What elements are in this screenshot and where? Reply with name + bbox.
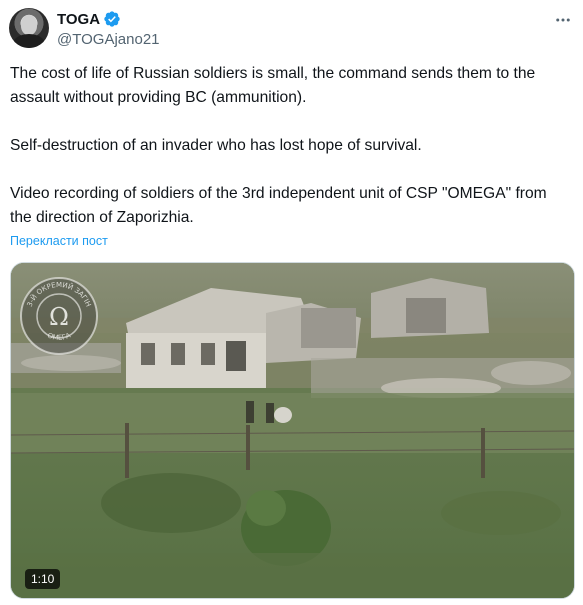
tweet-paragraph: Self-destruction of an invader who has l… (10, 137, 422, 154)
video-duration: 1:10 (25, 569, 61, 589)
display-name[interactable]: TOGA (57, 11, 100, 28)
more-icon[interactable] (553, 10, 573, 30)
avatar[interactable] (9, 8, 49, 48)
tweet: TOGA @TOGAjano21 The cost of life of Rus… (0, 0, 583, 605)
translate-post-link[interactable]: Перекласти пост (10, 234, 108, 248)
omega-unit-watermark: 3-Й ОКРЕМИЙ ЗАГІН Ω ОМЕГА (20, 277, 98, 355)
author-handle[interactable]: @TOGAjano21 (57, 31, 160, 48)
verified-badge-icon (104, 11, 120, 27)
tweet-header: TOGA @TOGAjano21 (8, 6, 575, 50)
tweet-text: The cost of life of Russian soldiers is … (10, 62, 570, 230)
tweet-paragraph: The cost of life of Russian soldiers is … (10, 65, 536, 106)
video-player[interactable]: 3-Й ОКРЕМИЙ ЗАГІН Ω ОМЕГА 1:10 (10, 262, 575, 599)
tweet-paragraph: Video recording of soldiers of the 3rd i… (10, 185, 547, 226)
author-names: TOGA @TOGAjano21 (57, 9, 160, 49)
watermark-symbol: Ω (49, 303, 69, 331)
